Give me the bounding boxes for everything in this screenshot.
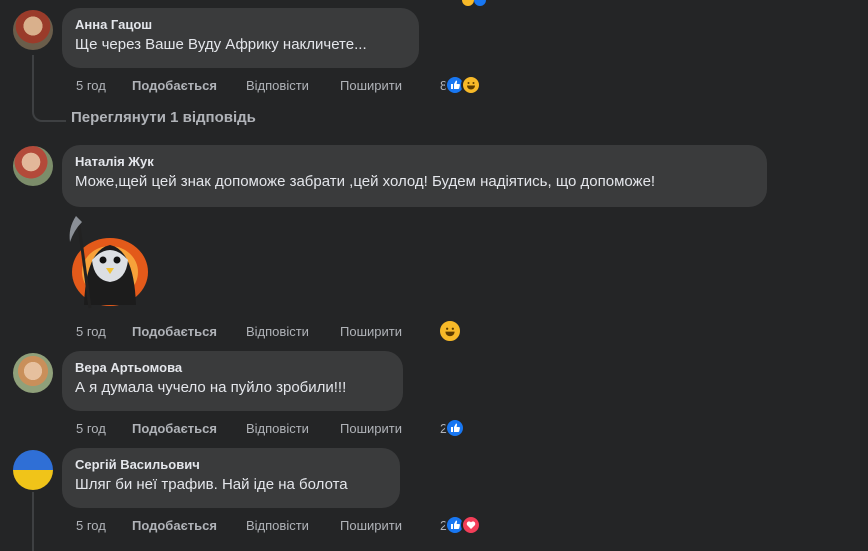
like-button[interactable]: Подобається: [132, 421, 246, 436]
comment-text: Ще через Ваше Вуду Африку накличете...: [75, 36, 367, 53]
share-button[interactable]: Поширити: [340, 324, 440, 339]
comment-actions: 5 год Подобається Відповісти Поширити 8: [76, 74, 482, 96]
love-icon: [461, 515, 482, 535]
comment-author[interactable]: Вера Артьомова: [75, 360, 390, 376]
thread-line: [32, 55, 34, 105]
comment-timestamp[interactable]: 5 год: [76, 78, 132, 93]
reaction-summary[interactable]: [438, 319, 462, 343]
avatar[interactable]: [13, 353, 53, 393]
like-button[interactable]: Подобається: [132, 324, 246, 339]
reply-button[interactable]: Відповісти: [246, 78, 340, 93]
comment-bubble: Вера Артьомова А я думала чучело на пуйл…: [62, 351, 403, 411]
view-replies-link[interactable]: Переглянути 1 відповідь: [71, 109, 256, 126]
haha-icon: [438, 319, 462, 343]
share-button[interactable]: Поширити: [340, 78, 440, 93]
avatar[interactable]: [13, 450, 53, 490]
share-button[interactable]: Поширити: [340, 421, 440, 436]
comment-actions: 5 год Подобається Відповісти Поширити 2: [76, 514, 482, 536]
thread-connector: [32, 100, 66, 122]
comment-author[interactable]: Наталія Жук: [75, 154, 754, 170]
avatar[interactable]: [13, 146, 53, 186]
reaction-summary[interactable]: 2: [440, 515, 482, 535]
haha-icon: [462, 0, 474, 6]
comment-text: Шляг би неї трафив. Най іде на болота: [75, 476, 348, 493]
reaction-summary[interactable]: 8: [440, 75, 482, 95]
reply-button[interactable]: Відповісти: [246, 421, 340, 436]
like-icon: [445, 418, 466, 438]
reply-button[interactable]: Відповісти: [246, 518, 340, 533]
comment-timestamp[interactable]: 5 год: [76, 421, 132, 436]
haha-icon: [461, 75, 482, 95]
previous-reactions: [462, 0, 486, 6]
reply-button[interactable]: Відповісти: [246, 324, 340, 339]
comment-timestamp[interactable]: 5 год: [76, 518, 132, 533]
comment-author[interactable]: Сергій Васильович: [75, 457, 387, 473]
thread-line: [32, 492, 34, 551]
grim-reaper-penguin-sticker[interactable]: [66, 210, 154, 310]
comment-bubble: Анна Гацош Ще через Ваше Вуду Африку нак…: [62, 8, 419, 68]
reaction-summary[interactable]: 2: [440, 418, 466, 438]
comment-bubble: Сергій Васильович Шляг би неї трафив. На…: [62, 448, 400, 508]
share-button[interactable]: Поширити: [340, 518, 440, 533]
comment-timestamp[interactable]: 5 год: [76, 324, 132, 339]
comment-bubble: Наталія Жук Може,щей цей знак допоможе з…: [62, 145, 767, 207]
comment-actions: 5 год Подобається Відповісти Поширити: [76, 319, 462, 343]
comment-actions: 5 год Подобається Відповісти Поширити 2: [76, 417, 466, 439]
like-button[interactable]: Подобається: [132, 78, 246, 93]
like-icon: [474, 0, 486, 6]
like-button[interactable]: Подобається: [132, 518, 246, 533]
comment-text: Може,щей цей знак допоможе забрати ,цей …: [75, 173, 656, 190]
avatar[interactable]: [13, 10, 53, 50]
comment-author[interactable]: Анна Гацош: [75, 17, 406, 33]
comment-text: А я думала чучело на пуйло зробили!!!: [75, 379, 347, 396]
